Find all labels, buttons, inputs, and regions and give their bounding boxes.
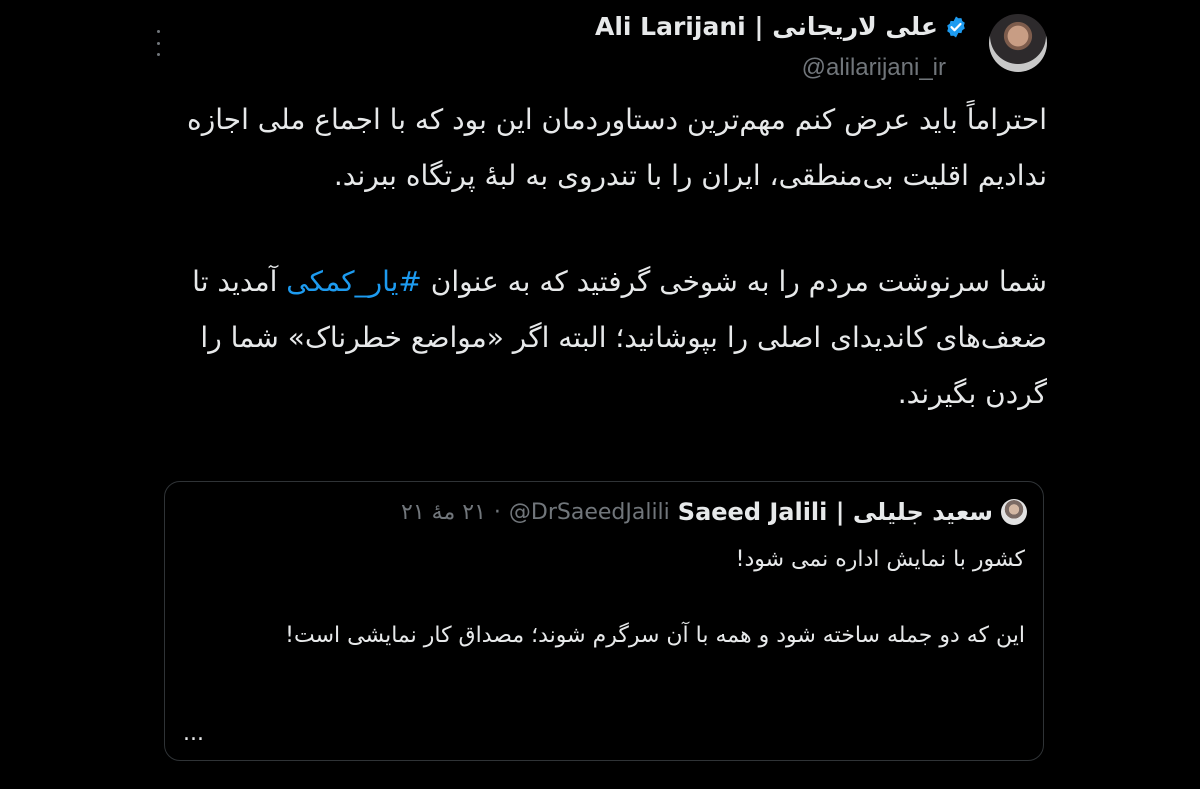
tweet-paragraph-text: شما سرنوشت مردم را به شوخی گرفتید که به … [421, 265, 1047, 298]
quoted-author-name[interactable]: سعید جلیلی | Saeed Jalili [678, 498, 993, 526]
author-avatar[interactable] [989, 14, 1047, 72]
quoted-paragraph: این که دو جمله ساخته شود و همه با آن سرگ… [285, 623, 1025, 648]
tweet-paragraph: احتراماً باید عرض کنم مهم‌ترین دستاوردما… [187, 103, 1047, 192]
quoted-tweet-date[interactable]: ۲۱ مهٔ ۲۱ [401, 500, 486, 525]
tweet-body: احتراماً باید عرض کنم مهم‌ترین دستاوردما… [157, 92, 1047, 422]
tweet: علی لاریجانی | Ali Larijani @alilarijani… [150, 0, 1050, 789]
quoted-tweet-body: کشور با نمایش اداره نمی شود! این که دو ج… [185, 540, 1025, 656]
quoted-paragraph: کشور با نمایش اداره نمی شود! [735, 547, 1025, 572]
author-handle[interactable]: @alilarijani_ir [802, 54, 946, 82]
author-display-name[interactable]: علی لاریجانی | Ali Larijani [595, 12, 938, 41]
show-more-ellipsis[interactable]: ... [183, 721, 204, 746]
tweet-paragraph: شما سرنوشت مردم را به شوخی گرفتید که به … [157, 254, 1047, 422]
quoted-tweet-header: سعید جلیلی | Saeed Jalili @DrSaeedJalili… [401, 498, 1027, 526]
quoted-tweet[interactable]: سعید جلیلی | Saeed Jalili @DrSaeedJalili… [164, 481, 1044, 761]
quoted-author-handle[interactable]: @DrSaeedJalili [509, 500, 670, 525]
quoted-author-avatar[interactable] [1001, 499, 1027, 525]
tweet-header: علی لاریجانی | Ali Larijani @alilarijani… [150, 8, 1050, 81]
separator-dot: · [493, 499, 501, 525]
more-options-icon[interactable] [150, 30, 166, 56]
verified-badge-icon [944, 15, 968, 39]
hashtag-link[interactable]: #یار_کمکی [286, 265, 422, 298]
author-name-row: علی لاریجانی | Ali Larijani [595, 12, 968, 41]
